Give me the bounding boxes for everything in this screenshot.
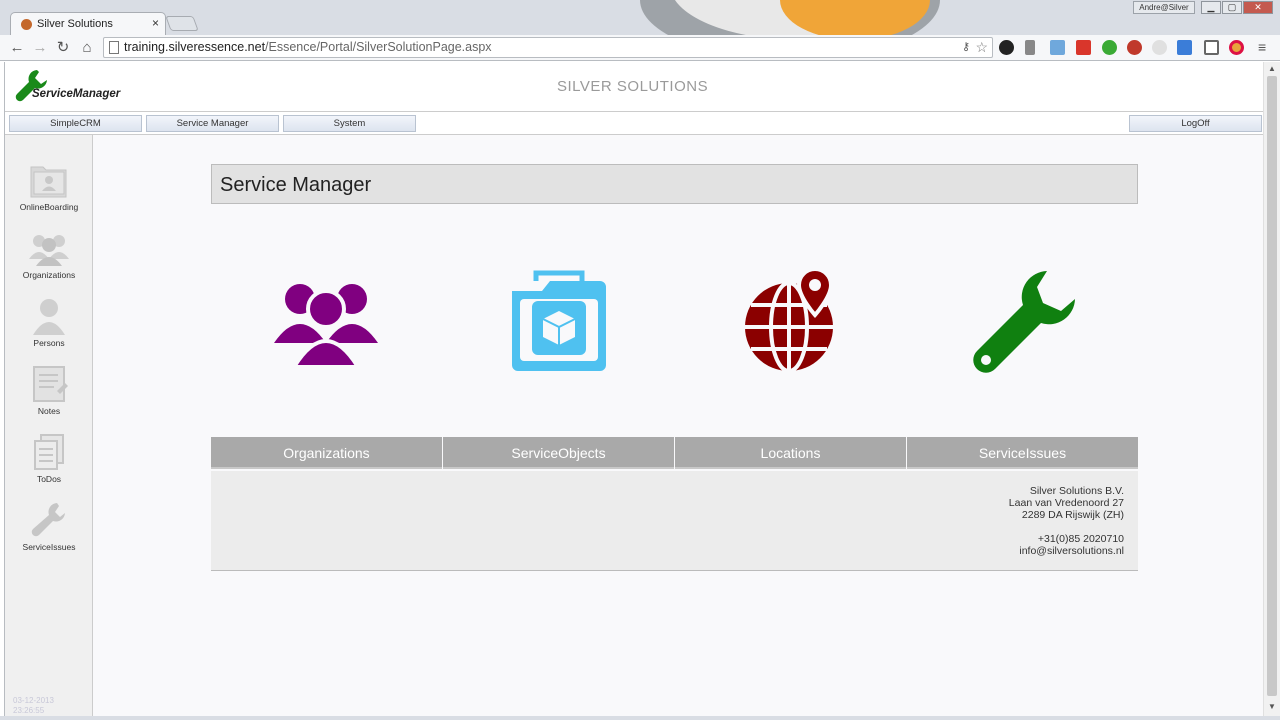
folder-person-icon: [30, 166, 67, 198]
logoff-button[interactable]: LogOff: [1129, 115, 1262, 132]
page-title: Service Manager: [220, 174, 372, 196]
sidebar-item-todos[interactable]: ToDos: [5, 433, 93, 495]
user-badge[interactable]: Andre@Silver: [1133, 1, 1195, 14]
theme-artwork: [630, 0, 990, 35]
timestamp: 03-12-2013 23:26:55: [13, 696, 54, 716]
web-page: ServiceManager SILVER SOLUTIONS SimpleCR…: [4, 62, 1264, 716]
sidebar-label-notes: Notes: [37, 406, 61, 416]
scroll-thumb[interactable]: [1267, 76, 1277, 696]
page-scrollbar[interactable]: ▲ ▼: [1263, 62, 1280, 716]
gmail-icon[interactable]: [1076, 40, 1091, 55]
logo-text: ServiceManager: [32, 88, 121, 100]
sidebar-label-onlineboarding: OnlineBoarding: [19, 202, 79, 212]
company-email[interactable]: info@silversolutions.nl: [1009, 545, 1124, 557]
serviceissues-tile-icon[interactable]: [971, 269, 1077, 373]
tab-title: Silver Solutions: [37, 18, 113, 30]
locations-tile-icon[interactable]: [743, 269, 839, 373]
company-phone: +31(0)85 2020710: [1037, 533, 1124, 545]
extension-swirl-icon[interactable]: [1127, 40, 1142, 55]
sidebar-label-todos: ToDos: [36, 474, 62, 484]
extension-eyedropper-icon[interactable]: [1025, 40, 1035, 55]
minimize-icon[interactable]: ▁: [1201, 1, 1221, 14]
page-icon: [109, 41, 119, 54]
extension-camera-icon[interactable]: [999, 40, 1014, 55]
address-bar[interactable]: training.silveressence.net/Essence/Porta…: [103, 37, 993, 58]
extension-megaphone-icon[interactable]: [1177, 40, 1192, 55]
wrench-icon: [31, 503, 65, 537]
chrome-icon[interactable]: [1229, 40, 1244, 55]
favicon-icon: [21, 19, 32, 30]
browser-titlebar: Silver Solutions × Andre@Silver ▁ ▢ ✕: [0, 0, 1280, 35]
home-icon[interactable]: ⌂: [78, 38, 96, 58]
window-close-icon[interactable]: ✕: [1243, 1, 1273, 14]
company-street: Laan van Vredenoord 27: [1008, 497, 1124, 509]
sidebar-label-persons: Persons: [33, 338, 65, 348]
site-header: ServiceManager SILVER SOLUTIONS: [5, 62, 1264, 112]
extension-screen-icon[interactable]: [1050, 40, 1065, 55]
new-tab-button[interactable]: [165, 16, 199, 31]
company-city: 2289 DA Rijswijk (ZH): [1021, 509, 1124, 521]
main-menu: SimpleCRM Service Manager System LogOff: [5, 112, 1264, 135]
url-path: /Essence/Portal/SilverSolutionPage.aspx: [265, 40, 492, 54]
forward-icon[interactable]: →: [31, 38, 49, 58]
sidebar-label-serviceissues: ServiceIssues: [22, 542, 76, 552]
company-info-box: Silver Solutions B.V. Laan van Vredenoor…: [211, 471, 1138, 571]
extension-pin-icon[interactable]: [1102, 40, 1117, 55]
extension-blank-icon[interactable]: [1152, 40, 1167, 55]
sidebar-label-organizations: Organizations: [22, 270, 76, 280]
people-group-icon: [29, 235, 69, 266]
sidebar-item-onlineboarding[interactable]: OnlineBoarding: [5, 161, 93, 223]
back-icon[interactable]: ←: [8, 38, 26, 58]
sidebar-item-organizations[interactable]: Organizations: [5, 229, 93, 291]
category-locations[interactable]: Locations: [675, 437, 906, 469]
menu-service-manager[interactable]: Service Manager: [146, 115, 279, 132]
maximize-icon[interactable]: ▢: [1222, 1, 1242, 14]
serviceobjects-tile-icon[interactable]: [506, 269, 610, 373]
sidebar-item-serviceissues[interactable]: ServiceIssues: [5, 501, 93, 563]
bookmark-star-icon[interactable]: ☆: [975, 38, 988, 57]
menu-simplecrm[interactable]: SimpleCRM: [9, 115, 142, 132]
timestamp-date: 03-12-2013: [13, 696, 54, 705]
sidebar-item-notes[interactable]: Notes: [5, 365, 93, 427]
company-name: Silver Solutions B.V.: [1029, 485, 1124, 497]
key-icon[interactable]: ⚷: [962, 38, 970, 57]
site-title: SILVER SOLUTIONS: [557, 78, 709, 95]
menu-icon[interactable]: ≡: [1258, 39, 1266, 55]
category-bar: Organizations ServiceObjects Locations S…: [211, 437, 1138, 469]
page-title-box: Service Manager: [211, 164, 1138, 204]
person-icon: [33, 299, 65, 335]
timestamp-time: 23:26:55: [13, 706, 45, 715]
todos-icon: [34, 434, 64, 470]
notes-icon: [33, 366, 68, 402]
window-bottom-border: [0, 716, 1280, 720]
tab-close-icon[interactable]: ×: [152, 16, 159, 30]
cast-icon[interactable]: [1204, 40, 1219, 55]
menu-system[interactable]: System: [283, 115, 416, 132]
category-serviceissues[interactable]: ServiceIssues: [907, 437, 1138, 469]
organizations-tile-icon[interactable]: [274, 273, 378, 367]
scroll-down-icon[interactable]: ▼: [1268, 702, 1276, 711]
reload-icon[interactable]: ↻: [54, 38, 72, 58]
scroll-up-icon[interactable]: ▲: [1268, 64, 1276, 73]
category-organizations[interactable]: Organizations: [211, 437, 442, 469]
company-info: Silver Solutions B.V. Laan van Vredenoor…: [1009, 485, 1124, 557]
browser-tab[interactable]: Silver Solutions ×: [10, 12, 166, 35]
sidebar-item-persons[interactable]: Persons: [5, 297, 93, 359]
sidebar: OnlineBoarding Organizations Persons Not…: [5, 135, 93, 716]
url-host: training.silveressence.net: [124, 40, 266, 54]
main-content: Service Manager Organizations ServiceObj…: [93, 135, 1264, 716]
category-serviceobjects[interactable]: ServiceObjects: [443, 437, 674, 469]
